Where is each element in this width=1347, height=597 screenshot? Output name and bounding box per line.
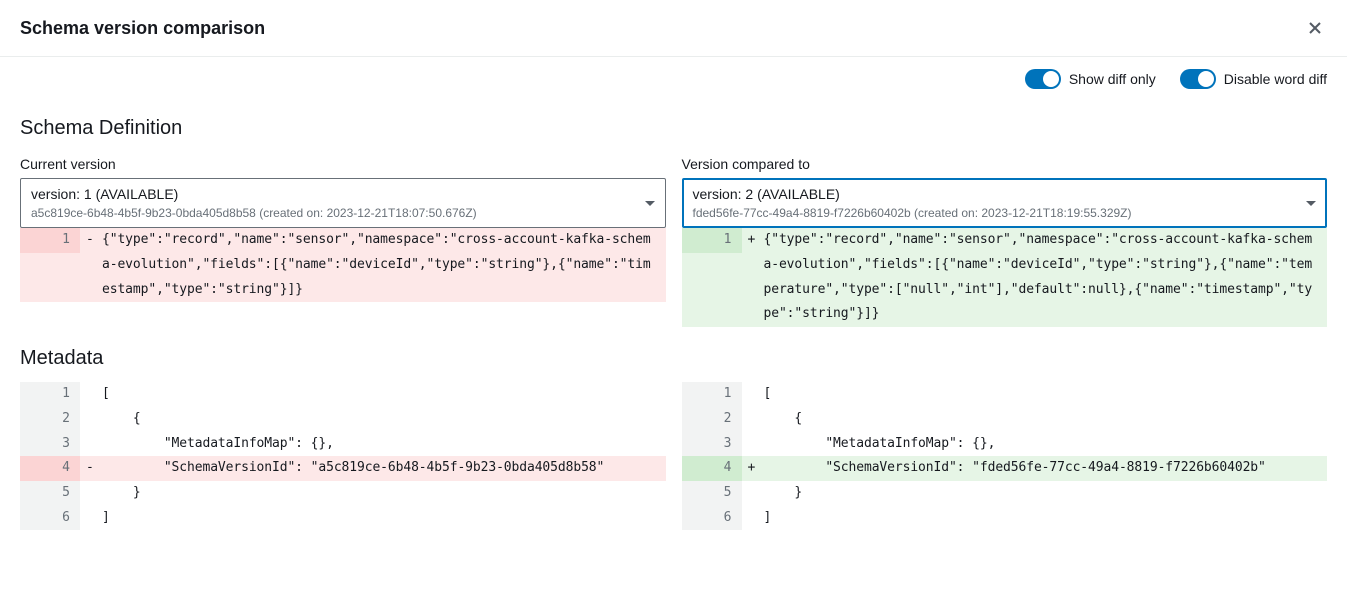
diff-sign: - [80,456,102,481]
diff-line: 3 "MetadataInfoMap": {}, [682,432,1328,457]
code-text: } [764,481,1328,506]
toggle-bar: Show diff only Disable word diff [0,57,1347,97]
line-number: 2 [682,407,742,432]
close-icon [1307,20,1323,36]
diff-line: 4- "SchemaVersionId": "a5c819ce-6b48-4b5… [20,456,666,481]
left-column: Current version version: 1 (AVAILABLE) a… [20,156,666,327]
line-number: 1 [20,382,80,407]
code-text: "MetadataInfoMap": {}, [102,432,666,457]
code-text: ] [764,506,1328,531]
chevron-down-icon [1306,201,1316,206]
line-number: 3 [682,432,742,457]
current-version-label: Current version [20,156,666,172]
code-text: ] [102,506,666,531]
code-text: { [102,407,666,432]
diff-line: 2 { [20,407,666,432]
diff-line: 3 "MetadataInfoMap": {}, [20,432,666,457]
line-number: 4 [20,456,80,481]
show-diff-only-toggle[interactable]: Show diff only [1025,69,1156,89]
close-button[interactable] [1303,16,1327,40]
line-number: 3 [20,432,80,457]
code-text: "MetadataInfoMap": {}, [764,432,1328,457]
content: Schema Definition Current version versio… [0,97,1347,550]
diff-sign: + [742,456,764,481]
diff-line: 1[ [20,382,666,407]
code-text: [ [102,382,666,407]
line-number: 1 [682,382,742,407]
line-number: 5 [682,481,742,506]
current-version-select[interactable]: version: 1 (AVAILABLE) a5c819ce-6b48-4b5… [20,178,666,228]
dialog-title: Schema version comparison [20,18,265,39]
left-metadata-diff: 1[2 {3 "MetadataInfoMap": {},4- "SchemaV… [20,382,666,530]
line-number: 6 [682,506,742,531]
diff-line: 1+{"type":"record","name":"sensor","name… [682,228,1328,327]
code-text: {"type":"record","name":"sensor","namesp… [764,228,1328,327]
right-schema-diff: 1+{"type":"record","name":"sensor","name… [682,228,1328,327]
version-select-sub: fded56fe-77cc-49a4-8819-f7226b60402b (cr… [693,205,1132,222]
version-select-main: version: 2 (AVAILABLE) [693,185,1132,205]
toggle-switch-icon [1025,69,1061,89]
compared-version-select[interactable]: version: 2 (AVAILABLE) fded56fe-77cc-49a… [682,178,1328,228]
diff-sign: + [742,228,764,253]
diff-line: 5 } [682,481,1328,506]
version-select-main: version: 1 (AVAILABLE) [31,185,477,205]
diff-line: 4+ "SchemaVersionId": "fded56fe-77cc-49a… [682,456,1328,481]
toggle-switch-icon [1180,69,1216,89]
dialog-header: Schema version comparison [0,0,1347,57]
code-text: "SchemaVersionId": "fded56fe-77cc-49a4-8… [764,456,1328,481]
version-select-sub: a5c819ce-6b48-4b5f-9b23-0bda405d8b58 (cr… [31,205,477,222]
toggle-label: Show diff only [1069,71,1156,87]
right-column: Version compared to version: 2 (AVAILABL… [682,156,1328,327]
diff-line: 6] [682,506,1328,531]
line-number: 4 [682,456,742,481]
metadata-diff-grid: 1[2 {3 "MetadataInfoMap": {},4- "SchemaV… [20,382,1327,530]
disable-word-diff-toggle[interactable]: Disable word diff [1180,69,1327,89]
diff-line: 6] [20,506,666,531]
toggle-label: Disable word diff [1224,71,1327,87]
diff-line: 5 } [20,481,666,506]
left-schema-diff: 1-{"type":"record","name":"sensor","name… [20,228,666,302]
right-metadata-diff: 1[2 {3 "MetadataInfoMap": {},4+ "SchemaV… [682,382,1328,530]
code-text: { [764,407,1328,432]
diff-line: 1[ [682,382,1328,407]
schema-diff-grid: Current version version: 1 (AVAILABLE) a… [20,156,1327,327]
line-number: 6 [20,506,80,531]
code-text: {"type":"record","name":"sensor","namesp… [102,228,666,302]
line-number: 5 [20,481,80,506]
diff-line: 2 { [682,407,1328,432]
code-text: } [102,481,666,506]
diff-line: 1-{"type":"record","name":"sensor","name… [20,228,666,302]
line-number: 2 [20,407,80,432]
code-text: [ [764,382,1328,407]
metadata-heading: Metadata [20,347,1327,370]
diff-sign: - [80,228,102,253]
line-number: 1 [682,228,742,253]
code-text: "SchemaVersionId": "a5c819ce-6b48-4b5f-9… [102,456,666,481]
chevron-down-icon [645,201,655,206]
schema-definition-heading: Schema Definition [20,117,1327,140]
line-number: 1 [20,228,80,253]
compared-version-label: Version compared to [682,156,1328,172]
